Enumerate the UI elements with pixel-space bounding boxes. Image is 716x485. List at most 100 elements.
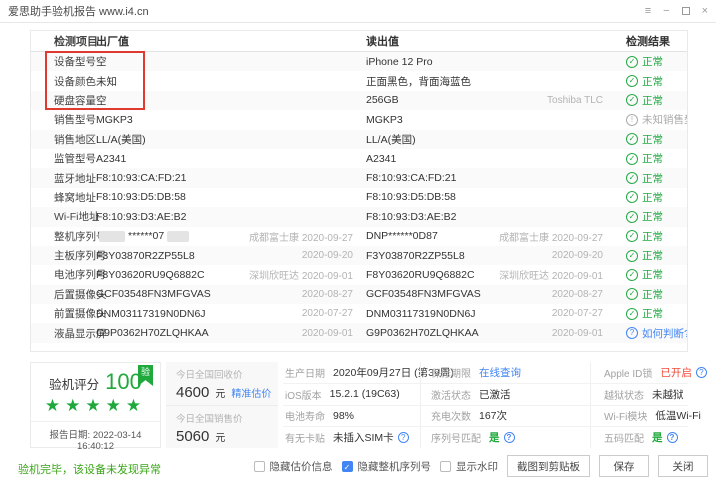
- info-cell: iOS版本15.2.1 (19C63): [283, 383, 420, 405]
- help-icon[interactable]: ?: [667, 432, 678, 443]
- info-cell: 五码匹配是?: [591, 426, 688, 448]
- check-result-cell: ✓正常: [603, 74, 687, 89]
- cell-value: LL/A(美国): [96, 132, 146, 147]
- maximize-icon[interactable]: [682, 7, 690, 15]
- table-row: 后置摄像头 GCF03548FN3MFGVAS2020-08-27 GCF03548…: [31, 285, 687, 304]
- device-info-grid: 生产日期2020年09月27日 (第39周)iOS版本15.2.1 (19C63…: [283, 362, 688, 448]
- close-button[interactable]: 关闭: [658, 455, 708, 477]
- check-result-cell: ✓正常: [603, 190, 687, 205]
- cell-note: 成都富士康 2020-09-27: [249, 229, 353, 244]
- check-item-label: 设备颜色: [54, 74, 96, 89]
- info-value[interactable]: 在线查询: [479, 365, 521, 380]
- info-value-text[interactable]: 在线查询: [479, 365, 521, 380]
- info-column: 保修期限在线查询激活状态已激活充电次数167次序列号匹配是?: [420, 362, 590, 448]
- cell-value: 正面黑色，背面海蓝色: [366, 74, 471, 89]
- table-row: 主板序列号F3Y03870R2ZP55L82020-09-20F3Y03870R…: [31, 246, 687, 265]
- check-item-label: 销售型号: [54, 112, 96, 127]
- cell-note: 成都富士康 2020-09-27: [499, 229, 603, 244]
- close-icon[interactable]: ×: [702, 6, 708, 17]
- cell-value: DNM03117319N0DN6J: [366, 308, 476, 320]
- cell-note: Toshiba TLC: [547, 95, 603, 106]
- cell-value: A2341: [96, 153, 126, 165]
- info-label: Apple ID锁: [604, 365, 652, 380]
- help-icon[interactable]: ?: [504, 432, 515, 443]
- factory-value-cell: ******07成都富士康 2020-09-27: [96, 229, 353, 244]
- menu-icon[interactable]: ≡: [645, 6, 651, 17]
- read-value-cell: GCF03548FN3MFGVAS2020-08-27: [353, 288, 603, 300]
- check-result-cell: ✓正常: [603, 93, 687, 108]
- help-icon[interactable]: ?: [398, 432, 409, 443]
- cell-note: 深圳欣旺达 2020-09-01: [249, 267, 353, 282]
- minimize-icon[interactable]: −: [663, 6, 669, 17]
- check-circle-icon: ✓: [626, 288, 638, 300]
- check-circle-icon: ✓: [626, 75, 638, 87]
- checkbox-unchecked-icon[interactable]: [254, 461, 265, 472]
- read-value-cell: F3Y03870R2ZP55L82020-09-20: [353, 250, 603, 262]
- read-value-cell: iPhone 12 Pro: [353, 56, 603, 68]
- table-row: 电池序列号F8Y03620RU9Q6882C深圳欣旺达 2020-09-01F8…: [31, 265, 687, 284]
- header-check-item: 检测项目: [54, 33, 96, 49]
- info-label: 序列号匹配: [431, 430, 481, 445]
- info-column: Apple ID锁已开启?越狱状态未越狱Wi-Fi模块低温Wi-Fi五码匹配是?: [590, 362, 688, 448]
- save-button[interactable]: 保存: [599, 455, 649, 477]
- check-item-label: 电池序列号: [54, 267, 96, 282]
- price-unit: 元: [215, 429, 225, 444]
- screenshot-to-clipboard-button[interactable]: 截图到剪贴板: [507, 455, 590, 477]
- result-text: 正常: [642, 287, 663, 302]
- footer-checkbox[interactable]: 隐藏估价信息: [254, 459, 333, 474]
- cell-value: F3Y03870R2ZP55L8: [366, 250, 465, 262]
- cell-value: F3Y03870R2ZP55L8: [96, 250, 195, 262]
- info-value-text: 167次: [479, 408, 507, 423]
- info-cell: 充电次数167次: [421, 405, 590, 427]
- factory-value-cell: F8:10:93:D3:AE:B2: [96, 211, 353, 223]
- check-result-cell: ✓正常: [603, 229, 687, 244]
- table-row: 前置摄像头DNM03117319N0DN6J2020-07-27DNM03117…: [31, 304, 687, 323]
- info-value: 15.2.1 (19C63): [330, 388, 400, 400]
- check-result-cell: ✓正常: [603, 54, 687, 69]
- info-value: 已激活: [479, 387, 511, 402]
- info-value: 已开启?: [660, 365, 707, 380]
- info-value: 低温Wi-Fi: [655, 408, 701, 423]
- checkbox-checked-icon[interactable]: ✓: [342, 461, 353, 472]
- cell-value: F8:10:93:D5:DB:58: [366, 191, 456, 203]
- cell-value: 空: [96, 54, 107, 69]
- cell-value: F8:10:93:CA:FD:21: [96, 172, 186, 184]
- check-circle-icon: ✓: [626, 230, 638, 242]
- score-panel: 验 验机评分 100 ★★★★★ 报告日期: 2022-03-14 16:40:…: [30, 362, 161, 448]
- price-unit: 元: [215, 385, 225, 400]
- result-text: 正常: [642, 248, 663, 263]
- info-label: Wi-Fi模块: [604, 408, 647, 423]
- help-icon[interactable]: ?: [696, 367, 707, 378]
- check-result-cell: ✓正常: [603, 171, 687, 186]
- title-bar: 爱思助手验机报告 www.i4.cn ≡ − ×: [0, 0, 716, 23]
- info-value-text: 低温Wi-Fi: [655, 408, 701, 423]
- estimate-link[interactable]: 精准估价: [231, 385, 271, 400]
- check-circle-icon: ✓: [626, 191, 638, 203]
- table-row: 销售地区LL/A(美国)LL/A(美国)✓正常: [31, 130, 687, 149]
- header-read-value: 读出值: [353, 33, 603, 49]
- result-text[interactable]: 如何判断?: [642, 326, 688, 341]
- check-circle-icon: ✓: [626, 94, 638, 106]
- window-title: 爱思助手验机报告 www.i4.cn: [8, 3, 149, 19]
- info-cell: Wi-Fi模块低温Wi-Fi: [591, 405, 688, 427]
- check-result-cell[interactable]: ?如何判断?: [603, 326, 688, 341]
- info-cell: 激活状态已激活: [421, 383, 590, 405]
- info-value-text: 已开启: [660, 365, 692, 380]
- star-icon: ★: [106, 396, 126, 415]
- checkbox-unchecked-icon[interactable]: [440, 461, 451, 472]
- info-cell: 保修期限在线查询: [421, 362, 590, 383]
- table-row: Wi-Fi地址F8:10:93:D3:AE:B2F8:10:93:D3:AE:B…: [31, 207, 687, 226]
- info-value: 167次: [479, 408, 507, 423]
- price-item: 今日全国回收价4600元精准估价: [166, 362, 278, 405]
- cell-note: 2020-09-20: [302, 250, 353, 261]
- star-rating: ★★★★★: [31, 396, 160, 416]
- footer-checkbox[interactable]: 显示水印: [440, 459, 498, 474]
- footer-checkbox[interactable]: ✓隐藏整机序列号: [342, 459, 432, 474]
- cell-value: iPhone 12 Pro: [366, 56, 433, 68]
- check-item-label: 后置摄像头: [54, 287, 96, 302]
- factory-value-cell: F8:10:93:CA:FD:21: [96, 172, 353, 184]
- info-cell: 序列号匹配是?: [421, 426, 590, 448]
- cell-value: GCF03548FN3MFGVAS: [96, 288, 211, 300]
- score-value: 100: [105, 371, 142, 393]
- info-value-text: 未插入SIM卡: [333, 430, 394, 445]
